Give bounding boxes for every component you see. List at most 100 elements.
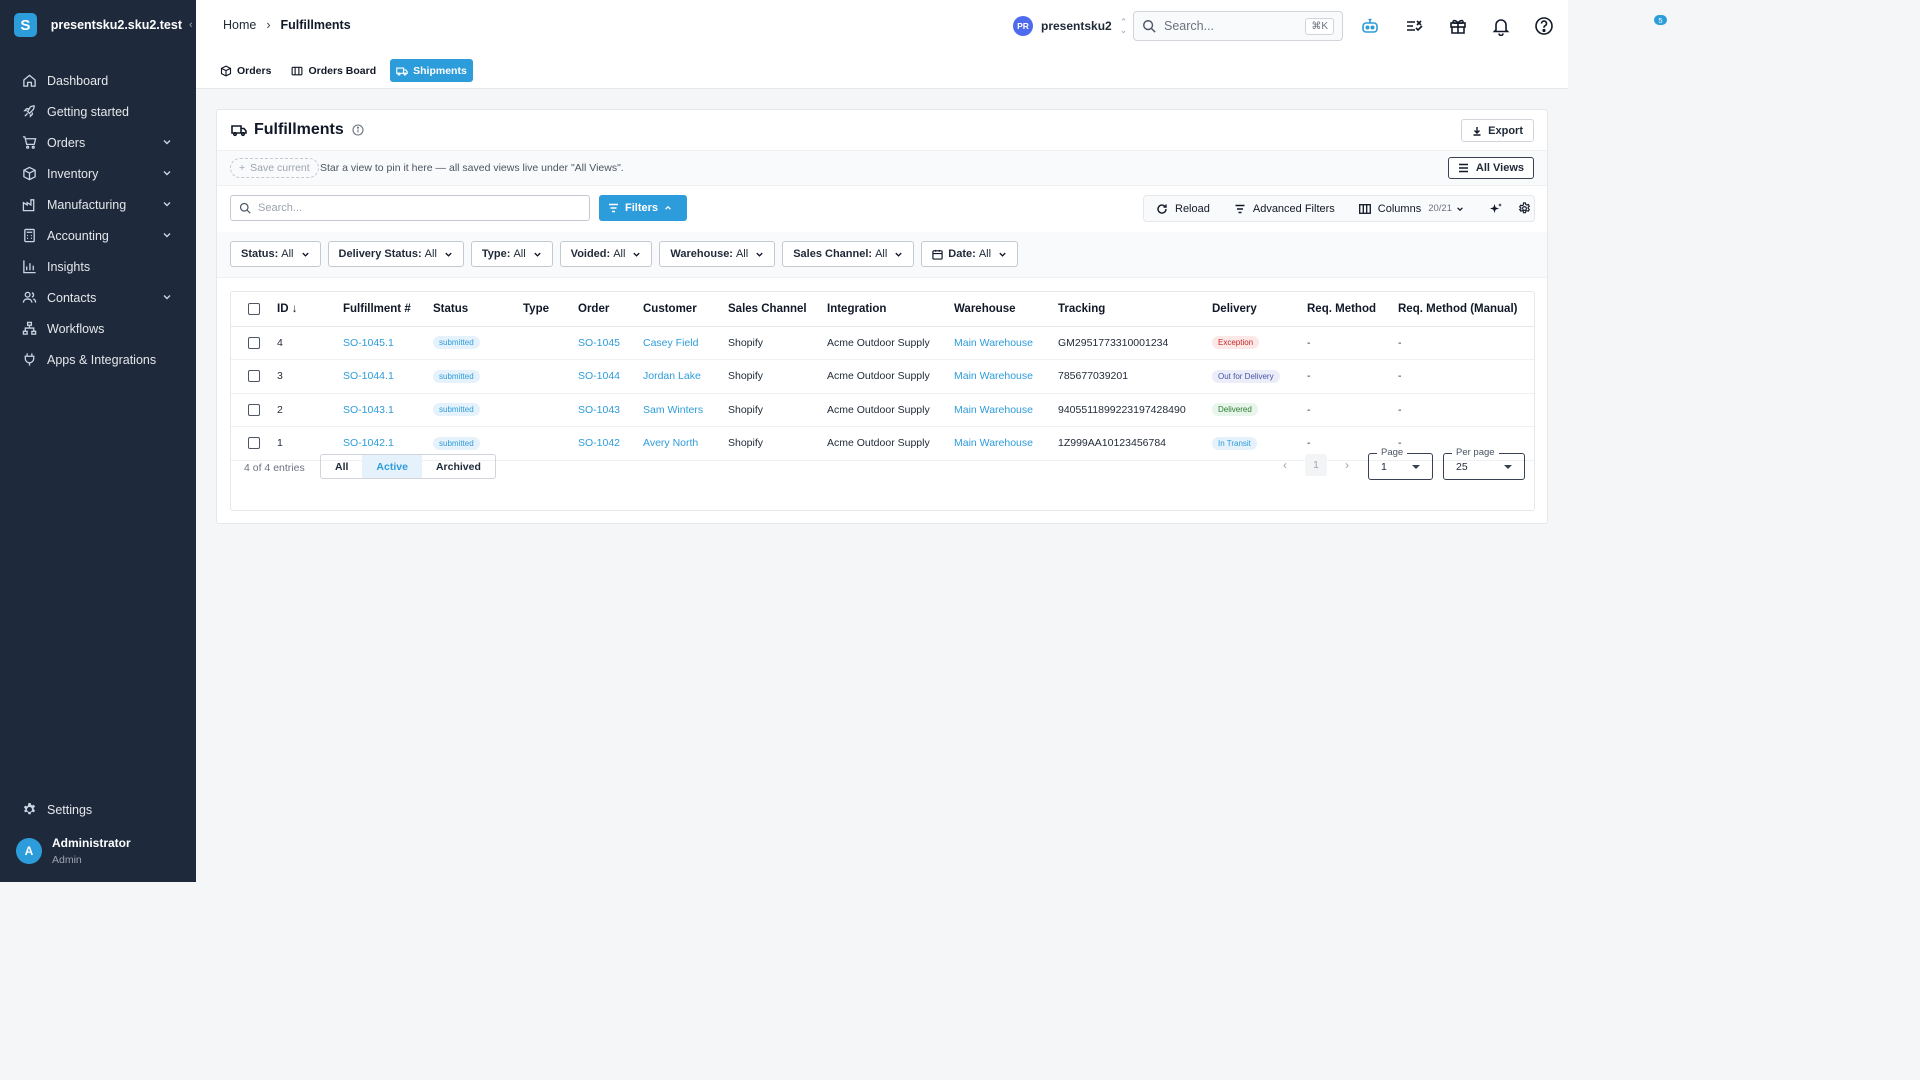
sort-desc-icon[interactable]: ↓	[292, 303, 298, 315]
page-number-button[interactable]: 1	[1305, 454, 1327, 476]
prev-page-icon[interactable]: ‹	[1275, 455, 1295, 475]
row-checkbox[interactable]	[248, 403, 260, 416]
tasks-check-icon[interactable]	[1404, 16, 1424, 36]
chevron-down-icon	[633, 252, 641, 257]
row-checkbox[interactable]	[248, 336, 260, 349]
select-all-cell	[231, 292, 277, 327]
filters-button[interactable]: Filters	[599, 195, 688, 221]
warehouse-link[interactable]: Main Warehouse	[954, 370, 1033, 382]
workspace-name[interactable]: presentsku2.sku2.test	[51, 18, 182, 32]
column-header-integration[interactable]: Integration	[827, 292, 954, 327]
sidebar-item-label: Dashboard	[47, 73, 109, 88]
fulfillment-link[interactable]: SO-1045.1	[343, 337, 394, 349]
table-row[interactable]: 4 SO-1045.1 submitted SO-1045 Casey Fiel…	[231, 326, 1534, 360]
filter-warehouse[interactable]: Warehouse: All	[659, 241, 776, 267]
tab-orders[interactable]: Orders	[214, 59, 277, 82]
filter-key: Date:	[948, 248, 976, 260]
segment-all[interactable]: All	[321, 455, 362, 478]
order-link[interactable]: SO-1043	[578, 404, 620, 416]
segment-archived[interactable]: Archived	[422, 455, 495, 478]
filter-date[interactable]: Date: All	[921, 241, 1019, 267]
user-profile[interactable]: A Administrator Admin	[16, 836, 131, 866]
table-search-input[interactable]: Search...	[230, 195, 590, 221]
fulfillment-link[interactable]: SO-1043.1	[343, 404, 394, 416]
reload-button[interactable]: Reload	[1156, 203, 1210, 215]
filter-status[interactable]: Status: All	[230, 241, 321, 267]
gift-icon[interactable]	[1448, 16, 1468, 36]
gear-icon[interactable]	[1518, 202, 1531, 215]
sidebar-item-label: Accounting	[47, 228, 109, 243]
page-select[interactable]: Page 1	[1368, 447, 1433, 480]
next-page-icon[interactable]: ›	[1337, 455, 1357, 475]
customer-link[interactable]: Jordan Lake	[643, 370, 701, 382]
tenant-switcher[interactable]: PR presentsku2 ⌃ ⌄	[1013, 16, 1127, 36]
column-header-req-method[interactable]: Req. Method	[1307, 292, 1398, 327]
filter-sales-channel[interactable]: Sales Channel: All	[782, 241, 915, 267]
select-all-checkbox[interactable]	[248, 302, 260, 315]
cell-integration: Acme Outdoor Supply	[827, 393, 954, 427]
customer-link[interactable]: Sam Winters	[643, 404, 703, 416]
sidebar-item-manufacturing[interactable]: Manufacturing	[0, 189, 196, 220]
column-header-sales-channel[interactable]: Sales Channel	[728, 292, 827, 327]
filter-voided[interactable]: Voided: All	[559, 241, 653, 267]
order-link[interactable]: SO-1044	[578, 370, 620, 382]
sparkle-icon[interactable]	[1489, 202, 1503, 216]
breadcrumb-home[interactable]: Home	[223, 18, 256, 32]
sidebar-item-inventory[interactable]: Inventory	[0, 158, 196, 189]
tab-orders-board[interactable]: Orders Board	[285, 59, 382, 82]
filter-value: All	[735, 248, 749, 260]
archive-segmented-control: All Active Archived	[320, 454, 496, 479]
help-icon[interactable]	[1534, 16, 1554, 36]
sidebar-item-orders[interactable]: Orders	[0, 127, 196, 158]
global-search[interactable]: Search... ⌘K	[1133, 11, 1343, 41]
table-footer: 4 of 4 entries All Active Archived ‹ 1 ›…	[231, 442, 1534, 492]
export-label: Export	[1488, 124, 1523, 137]
column-header-warehouse[interactable]: Warehouse	[954, 292, 1058, 327]
warehouse-link[interactable]: Main Warehouse	[954, 404, 1033, 416]
bell-icon[interactable]	[1491, 16, 1511, 36]
sidebar-item-workflows[interactable]: Workflows	[0, 313, 196, 344]
tab-shipments[interactable]: Shipments	[390, 59, 473, 82]
save-current-button[interactable]: + Save current	[230, 158, 319, 178]
column-header-req-method-manual[interactable]: Req. Method (Manual)	[1398, 292, 1534, 327]
advanced-filters-button[interactable]: Advanced Filters	[1234, 203, 1335, 215]
sidebar-item-contacts[interactable]: Contacts	[0, 282, 196, 313]
filter-delivery-status[interactable]: Delivery Status: All	[327, 241, 464, 267]
box-icon	[220, 64, 232, 77]
chevron-down-icon	[163, 140, 171, 145]
app-logo[interactable]: S	[14, 13, 37, 37]
robot-icon[interactable]	[1360, 16, 1380, 36]
sidebar-item-getting-started[interactable]: Getting started	[0, 96, 196, 127]
segment-active[interactable]: Active	[362, 455, 422, 478]
breadcrumb-current: Fulfillments	[280, 18, 351, 32]
order-link[interactable]: SO-1045	[578, 337, 620, 349]
column-header-status[interactable]: Status	[433, 292, 523, 327]
tenant-avatar: PR	[1013, 16, 1033, 36]
column-header-tracking[interactable]: Tracking	[1058, 292, 1212, 327]
row-checkbox[interactable]	[248, 370, 260, 383]
column-header-fulfillment[interactable]: Fulfillment #	[343, 292, 433, 327]
column-header-customer[interactable]: Customer	[643, 292, 728, 327]
column-header-type[interactable]: Type	[523, 292, 578, 327]
info-icon[interactable]	[352, 124, 364, 136]
sidebar-item-label: Settings	[47, 802, 93, 817]
warehouse-link[interactable]: Main Warehouse	[954, 337, 1033, 349]
all-views-button[interactable]: All Views	[1447, 157, 1534, 179]
per-page-select-value: 25	[1456, 460, 1468, 473]
sidebar-item-insights[interactable]: Insights	[0, 251, 196, 282]
sidebar-item-dashboard[interactable]: Dashboard	[0, 65, 196, 96]
column-header-id[interactable]: ID ↓	[277, 292, 343, 327]
sidebar-item-apps-integrations[interactable]: Apps & Integrations	[0, 344, 196, 375]
customer-link[interactable]: Casey Field	[643, 337, 698, 349]
sidebar-item-accounting[interactable]: Accounting	[0, 220, 196, 251]
export-button[interactable]: Export	[1461, 119, 1534, 142]
column-header-delivery[interactable]: Delivery	[1212, 292, 1307, 327]
fulfillment-link[interactable]: SO-1044.1	[343, 370, 394, 382]
column-header-order[interactable]: Order	[578, 292, 643, 327]
table-row[interactable]: 2 SO-1043.1 submitted SO-1043 Sam Winter…	[231, 393, 1534, 427]
per-page-select[interactable]: Per page 25	[1443, 447, 1525, 480]
sidebar-item-settings[interactable]: Settings	[0, 794, 196, 825]
table-row[interactable]: 3 SO-1044.1 submitted SO-1044 Jordan Lak…	[231, 359, 1534, 394]
columns-button[interactable]: Columns 20/21	[1358, 203, 1471, 215]
filter-type[interactable]: Type: All	[470, 241, 553, 267]
